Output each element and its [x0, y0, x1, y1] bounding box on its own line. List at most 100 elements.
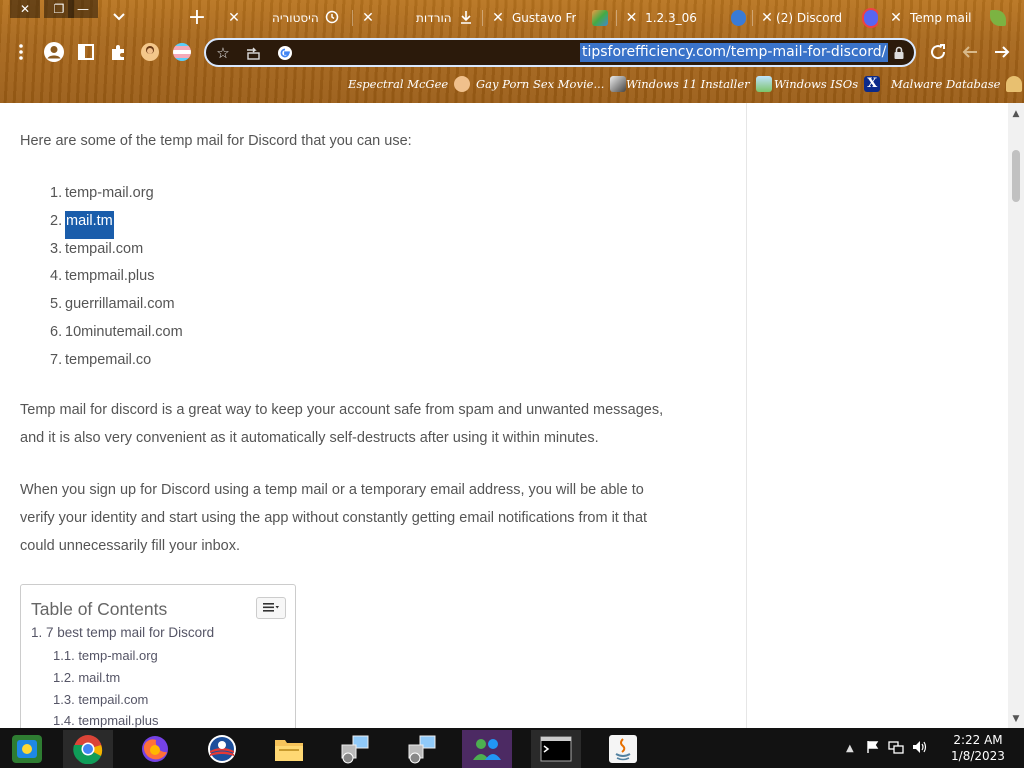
firefox-icon — [142, 736, 168, 762]
tab-version[interactable]: ✕ 1.2.3_06 — [624, 4, 746, 32]
forward-icon[interactable] — [991, 41, 1013, 63]
taskbar-java[interactable] — [598, 730, 648, 768]
tab-temp-mail[interactable]: ✕ Temp mail fo — [888, 4, 1008, 32]
profile-icon[interactable] — [43, 41, 65, 63]
extensions-icon[interactable] — [107, 41, 129, 63]
tray-chevron-up-icon[interactable]: ▲ — [846, 743, 860, 754]
list-icon — [263, 603, 279, 612]
bookmark-win11-installer[interactable]: Windows 11 Installer — [626, 76, 772, 92]
list-item[interactable]: 4. tempmail.plus — [50, 266, 183, 294]
list-item-label: guerrillamail.com — [65, 296, 175, 313]
bookmark-malware-db[interactable]: Malware Database — [891, 76, 1023, 92]
toc-toggle-button[interactable] — [256, 597, 286, 619]
scrollbar-thumb[interactable] — [1012, 150, 1020, 202]
tab-title: Gustavo Frin — [512, 11, 576, 25]
bookmark-label: Gay Porn Sex Movie... — [476, 77, 605, 91]
list-item-label: tempail.com — [65, 240, 144, 257]
action-center-flag-icon[interactable] — [866, 740, 880, 757]
taskbar-chrome[interactable] — [63, 730, 113, 768]
taskbar-users-app[interactable] — [462, 730, 512, 768]
list-item[interactable]: 3. tempail.com — [50, 239, 183, 267]
flag-icon[interactable] — [171, 41, 193, 63]
vertical-scrollbar[interactable]: ▲ ▼ — [1008, 103, 1024, 728]
toc-item[interactable]: 1.3. tempail.com — [53, 692, 148, 707]
list-item-label: temp-mail.org — [65, 185, 154, 201]
list-number: 2. — [50, 212, 63, 229]
window-minimize-button[interactable]: — — [68, 0, 98, 18]
avatar-icon[interactable] — [139, 41, 161, 63]
address-bar[interactable]: ☆ tipsforefficiency.com/temp-mail-for-di… — [204, 38, 916, 67]
toc-item[interactable]: 1.1. temp-mail.org — [53, 648, 158, 663]
scroll-down-icon[interactable]: ▼ — [1011, 714, 1021, 724]
taskbar-file-explorer[interactable] — [264, 730, 314, 768]
malware-icon — [1006, 76, 1023, 92]
volume-icon[interactable] — [912, 740, 928, 757]
toc-title: Table of Contents — [31, 599, 168, 619]
taskbar-cmd[interactable] — [531, 730, 581, 768]
tab-discord[interactable]: ✕ (2) Discord — [760, 4, 878, 32]
system-clock[interactable]: 2:22 AM 1/8/2023 — [940, 732, 1016, 764]
tab-title: 1.2.3_06 — [645, 11, 697, 25]
list-number: 5. — [50, 296, 63, 313]
tab-title: היסטוריה — [272, 11, 319, 25]
share-icon[interactable] — [244, 44, 262, 62]
url-text[interactable]: tipsforefficiency.com/temp-mail-for-disc… — [580, 43, 889, 62]
tab-search-chevron-down-icon[interactable] — [108, 6, 130, 28]
gustavo-favicon — [592, 10, 608, 26]
list-item-label: tempemail.co — [65, 351, 152, 368]
close-icon[interactable]: ✕ — [888, 10, 904, 26]
windows-start-button[interactable] — [2, 730, 52, 768]
toc-item[interactable]: 1.4. tempmail.plus — [53, 713, 159, 728]
list-item[interactable]: 6. 10minutemail.com — [50, 322, 183, 350]
tab-title: הורדות — [416, 11, 452, 25]
menu-icon[interactable] — [10, 41, 32, 63]
close-icon[interactable]: ✕ — [360, 10, 376, 26]
list-item-label-selected: mail.tm — [65, 210, 114, 239]
bookmark-windows-isos[interactable]: Windows ISOs X — [774, 76, 881, 92]
close-icon[interactable]: ✕ — [624, 10, 639, 26]
star-icon[interactable]: ☆ — [214, 44, 232, 62]
back-icon[interactable] — [959, 41, 981, 63]
window-close-button[interactable]: ✕ — [10, 0, 40, 18]
sidebar-icon[interactable] — [75, 41, 97, 63]
scroll-up-icon[interactable]: ▲ — [1011, 109, 1021, 119]
bookmark-espectral[interactable]: Espectral McGee — [348, 76, 471, 92]
app-favicon — [730, 10, 746, 26]
taskbar-firefox[interactable] — [130, 730, 180, 768]
network-app-icon-2 — [408, 735, 436, 764]
cmd-icon — [540, 736, 572, 762]
paragraph-signup: When you sign up for Discord using a tem… — [20, 482, 648, 554]
tab-gustavo[interactable]: ✕ Gustavo Frin — [490, 4, 610, 32]
file-explorer-icon — [275, 740, 303, 761]
list-item[interactable]: 2. mail.tm — [50, 210, 183, 239]
toc-item[interactable]: 1.2. mail.tm — [53, 670, 120, 685]
windows-start-icon — [12, 735, 42, 763]
list-item[interactable]: 1. temp-mail.org — [50, 183, 183, 211]
tab-title: Temp mail fo — [910, 11, 974, 25]
bookmark-label: Windows 11 Installer — [626, 77, 750, 91]
lock-icon[interactable] — [890, 44, 908, 62]
tab-history[interactable]: ✕ היסטוריה — [226, 4, 346, 32]
list-item[interactable]: 7. tempemail.co — [50, 350, 183, 378]
list-item[interactable]: 5. guerrillamail.com — [50, 294, 183, 322]
taskbar-network-app-2[interactable] — [397, 730, 447, 768]
close-icon[interactable]: ✕ — [490, 10, 506, 26]
toc-item[interactable]: 1. 7 best temp mail for Discord — [31, 625, 214, 640]
bookmark-label: Espectral McGee — [348, 77, 449, 91]
network-icon[interactable] — [888, 740, 904, 757]
bookmark-gay-porn[interactable]: Gay Porn Sex Movie... — [476, 76, 627, 92]
tab-strip: ✕ ❐ — + ✕ היסטוריה ✕ הורדות ✕ Gustavo Fr… — [0, 0, 1024, 34]
cube-icon — [610, 76, 627, 92]
tab-downloads[interactable]: ✕ הורדות — [360, 4, 476, 32]
close-icon[interactable]: ✕ — [760, 10, 774, 26]
toolbar: ☆ tipsforefficiency.com/temp-mail-for-di… — [0, 34, 1024, 70]
taskbar-network-app[interactable] — [330, 730, 380, 768]
taskbar-obama[interactable] — [197, 730, 247, 768]
new-tab-button[interactable]: + — [186, 5, 208, 30]
close-icon[interactable]: ✕ — [226, 10, 242, 26]
photo-icon — [755, 76, 772, 92]
reload-icon[interactable] — [927, 41, 949, 63]
browser-chrome: ✕ ❐ — + ✕ היסטוריה ✕ הורדות ✕ Gustavo Fr… — [0, 0, 1024, 103]
list-item-label: 10minutemail.com — [65, 323, 183, 340]
web-page: Here are some of the temp mail for Disco… — [0, 103, 1024, 728]
